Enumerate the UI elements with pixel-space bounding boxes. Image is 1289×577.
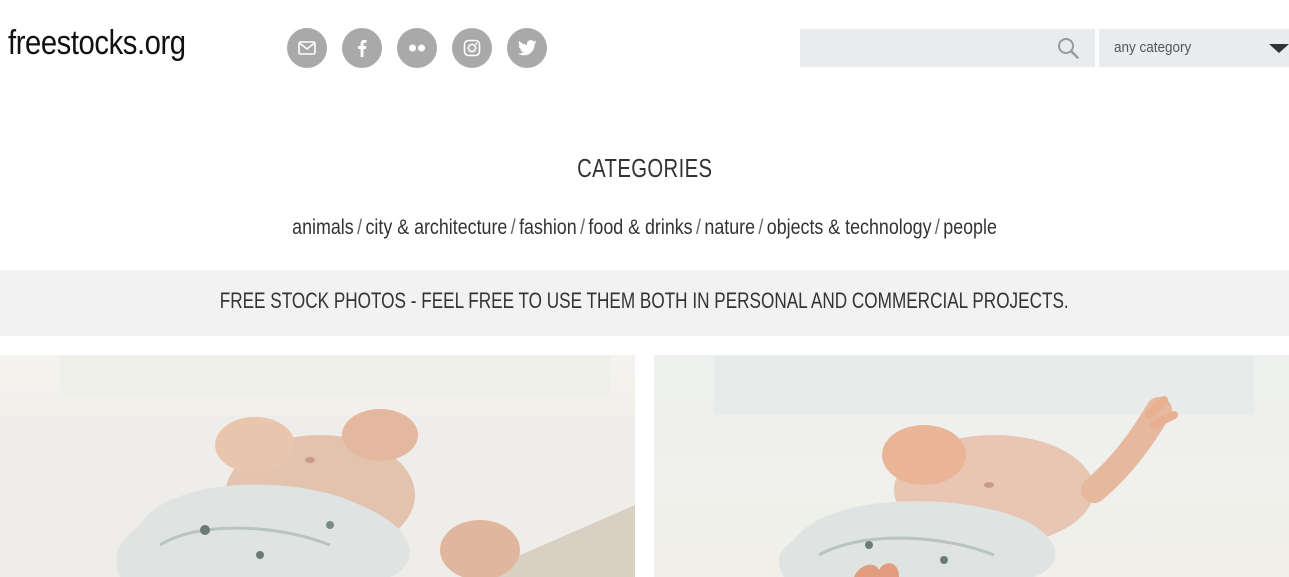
separator: / bbox=[758, 216, 764, 239]
separator: / bbox=[695, 216, 701, 239]
separator: / bbox=[510, 216, 516, 239]
flickr-icon[interactable] bbox=[397, 28, 437, 68]
search-input[interactable] bbox=[800, 29, 1070, 67]
separator: / bbox=[580, 216, 585, 239]
site-logo[interactable]: freestocks.org bbox=[8, 24, 186, 63]
twitter-icon[interactable] bbox=[507, 28, 547, 68]
chevron-down-icon bbox=[1269, 44, 1289, 53]
instagram-icon[interactable] bbox=[452, 28, 492, 68]
facebook-icon[interactable] bbox=[342, 28, 382, 68]
category-link-animals[interactable]: animals bbox=[292, 216, 354, 239]
baby-reaching-photo[interactable] bbox=[654, 355, 1289, 577]
info-banner: FREE STOCK PHOTOS - FEEL FREE TO USE THE… bbox=[0, 270, 1289, 336]
category-link-nature[interactable]: nature bbox=[704, 216, 755, 239]
search-box bbox=[800, 29, 1095, 67]
separator: / bbox=[357, 216, 363, 239]
social-links bbox=[287, 28, 547, 68]
category-select[interactable]: any category bbox=[1099, 29, 1289, 67]
baby-lying-blanket-photo[interactable] bbox=[0, 355, 635, 577]
search-icon[interactable] bbox=[1057, 37, 1079, 59]
mail-icon[interactable] bbox=[287, 28, 327, 68]
category-link-people[interactable]: people bbox=[943, 216, 997, 239]
category-link-city-architecture[interactable]: city & architecture bbox=[365, 216, 507, 239]
category-select-value: any category bbox=[1114, 39, 1192, 56]
banner-text: FREE STOCK PHOTOS - FEEL FREE TO USE THE… bbox=[220, 288, 1069, 313]
categories-title: CATEGORIES bbox=[576, 153, 713, 183]
separator: / bbox=[934, 216, 940, 239]
categories-nav: animals / city & architecture / fashion / food… bbox=[0, 216, 1289, 240]
category-link-objects-technology[interactable]: objects & technology bbox=[767, 216, 932, 239]
category-link-fashion[interactable]: fashion bbox=[519, 216, 577, 239]
category-link-food-drinks[interactable]: food & drinks bbox=[588, 216, 692, 239]
